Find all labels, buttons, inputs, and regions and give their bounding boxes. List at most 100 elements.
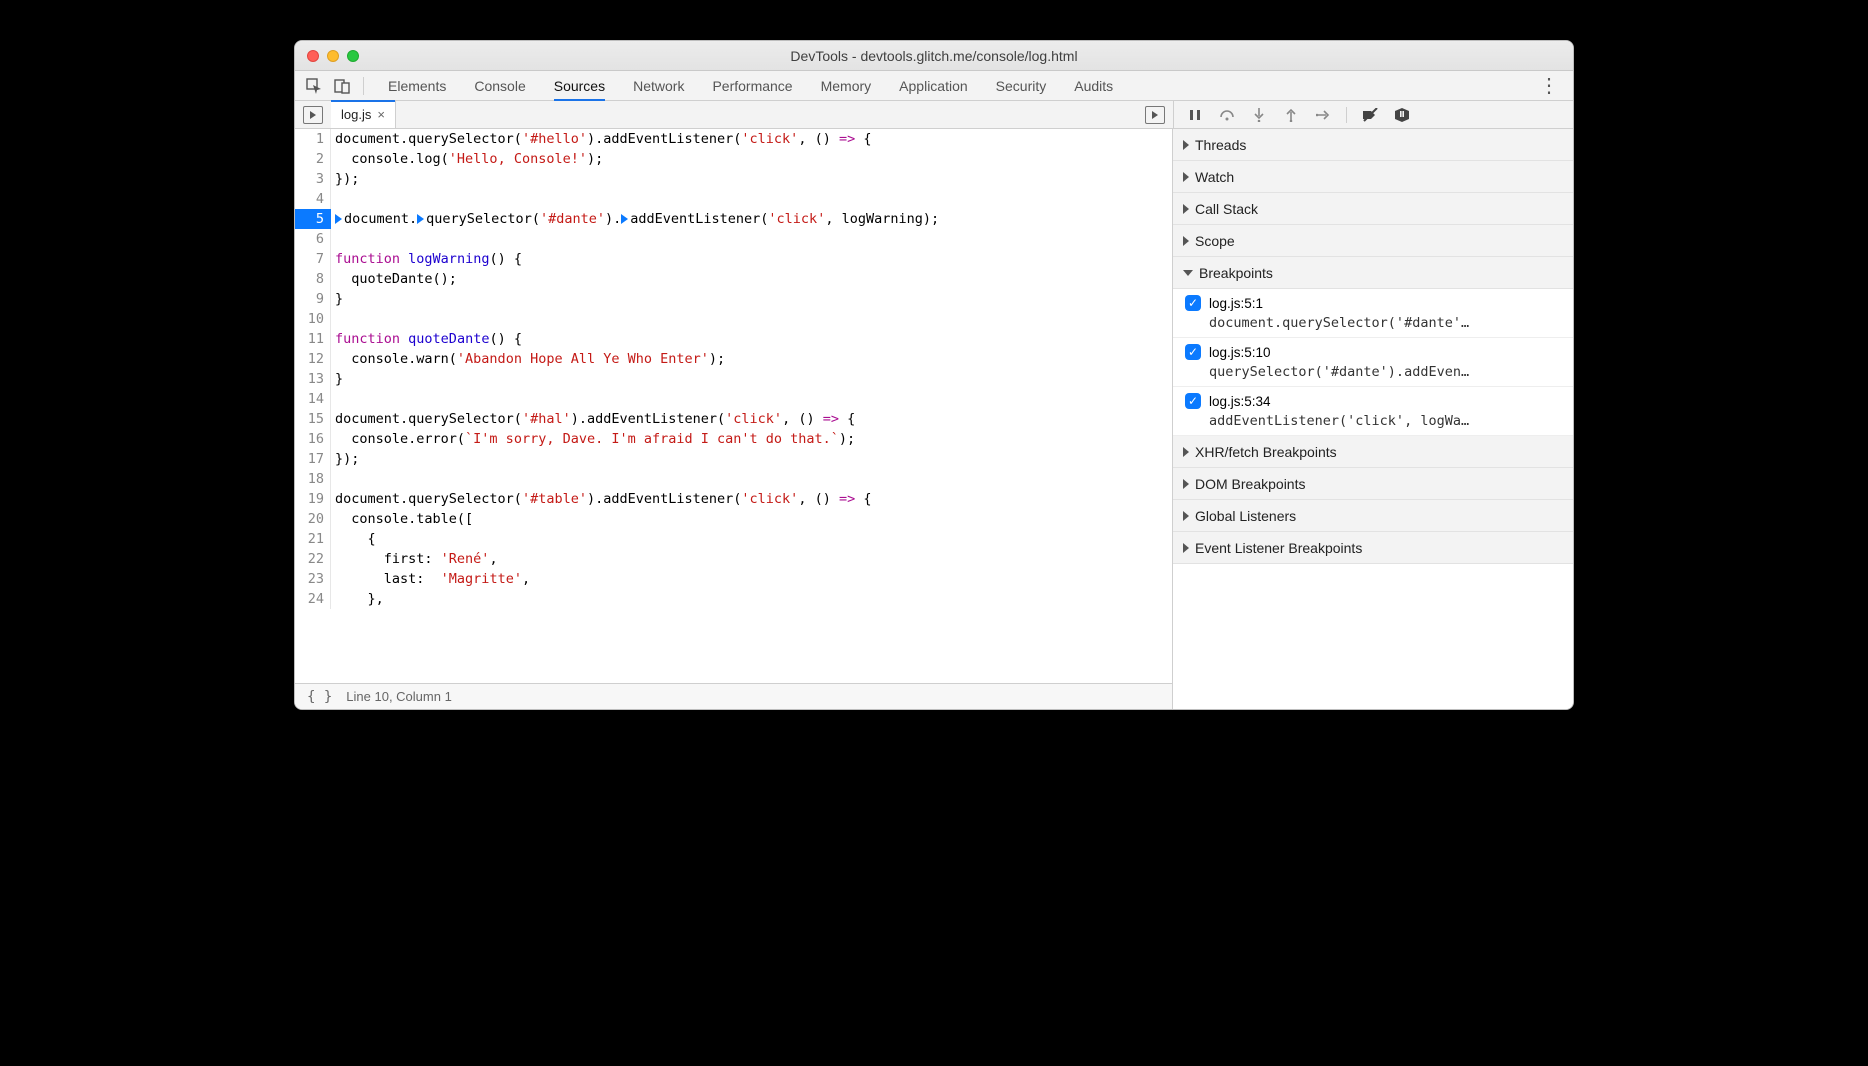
gutter-line-number[interactable]: 9 [295,289,331,309]
code-line[interactable]: 2 console.log('Hello, Console!'); [295,149,1172,169]
breakpoint-item[interactable]: ✓log.js:5:10querySelector('#dante').addE… [1173,338,1573,387]
file-tab[interactable]: log.js × [331,101,396,128]
code-line[interactable]: 7function logWarning() { [295,249,1172,269]
breakpoint-location: log.js:5:1 [1209,296,1263,311]
pause-on-exceptions-icon[interactable] [1393,106,1411,124]
gutter-line-number[interactable]: 12 [295,349,331,369]
tab-network[interactable]: Network [619,71,698,100]
gutter-line-number[interactable]: 24 [295,589,331,609]
tab-elements[interactable]: Elements [374,71,460,100]
code-line[interactable]: 19document.querySelector('#table').addEv… [295,489,1172,509]
code-line[interactable]: 3}); [295,169,1172,189]
show-debugger-icon[interactable] [1145,106,1165,124]
gutter-line-number[interactable]: 13 [295,369,331,389]
gutter-line-number[interactable]: 16 [295,429,331,449]
code-line[interactable]: 16 console.error(`I'm sorry, Dave. I'm a… [295,429,1172,449]
gutter-line-number[interactable]: 22 [295,549,331,569]
file-tab-row: log.js × [295,101,1573,129]
breakpoint-checkbox[interactable]: ✓ [1185,295,1201,311]
code-editor[interactable]: 1document.querySelector('#hello').addEve… [295,129,1173,709]
code-text: console.error(`I'm sorry, Dave. I'm afra… [331,429,1172,449]
close-window-button[interactable] [307,50,319,62]
section-call-stack[interactable]: Call Stack [1173,193,1573,225]
section-threads[interactable]: Threads [1173,129,1573,161]
gutter-line-number[interactable]: 17 [295,449,331,469]
device-toolbar-icon[interactable] [331,75,353,97]
tab-memory[interactable]: Memory [807,71,886,100]
section-global-listeners[interactable]: Global Listeners [1173,500,1573,532]
code-line[interactable]: 15document.querySelector('#hal').addEven… [295,409,1172,429]
deactivate-breakpoints-icon[interactable] [1361,106,1379,124]
gutter-line-number[interactable]: 8 [295,269,331,289]
show-navigator-icon[interactable] [303,106,323,124]
gutter-line-number[interactable]: 4 [295,189,331,209]
gutter-line-number[interactable]: 7 [295,249,331,269]
gutter-line-number[interactable]: 21 [295,529,331,549]
section-event-listener-breakpoints[interactable]: Event Listener Breakpoints [1173,532,1573,564]
breakpoint-item[interactable]: ✓log.js:5:34addEventListener('click', lo… [1173,387,1573,436]
code-line[interactable]: 12 console.warn('Abandon Hope All Ye Who… [295,349,1172,369]
code-line[interactable]: 23 last: 'Magritte', [295,569,1172,589]
tab-audits[interactable]: Audits [1060,71,1127,100]
code-line[interactable]: 6 [295,229,1172,249]
traffic-lights [295,50,359,62]
code-line[interactable]: 21 { [295,529,1172,549]
code-line[interactable]: 8 quoteDante(); [295,269,1172,289]
step-out-icon[interactable] [1282,106,1300,124]
gutter-line-number[interactable]: 6 [295,229,331,249]
gutter-line-number[interactable]: 1 [295,129,331,149]
code-line[interactable]: 4 [295,189,1172,209]
code-line[interactable]: 22 first: 'René', [295,549,1172,569]
tab-console[interactable]: Console [460,71,539,100]
gutter-line-number[interactable]: 11 [295,329,331,349]
code-text [331,389,1172,409]
titlebar: DevTools - devtools.glitch.me/console/lo… [295,41,1573,71]
code-line[interactable]: 1document.querySelector('#hello').addEve… [295,129,1172,149]
pause-icon[interactable] [1186,106,1204,124]
section-breakpoints[interactable]: Breakpoints [1173,257,1573,289]
pretty-print-icon[interactable]: { } [307,689,332,705]
breakpoint-preview: document.querySelector('#dante'… [1185,311,1561,331]
code-line[interactable]: 5document.querySelector('#dante').addEve… [295,209,1172,229]
tab-sources[interactable]: Sources [540,71,619,100]
section-xhr-breakpoints[interactable]: XHR/fetch Breakpoints [1173,436,1573,468]
code-line[interactable]: 13} [295,369,1172,389]
more-menu-icon[interactable]: ⋮ [1533,73,1565,98]
step-over-icon[interactable] [1218,106,1236,124]
tab-application[interactable]: Application [885,71,982,100]
code-text: first: 'René', [331,549,1172,569]
devtools-window: DevTools - devtools.glitch.me/console/lo… [294,40,1574,710]
tab-performance[interactable]: Performance [698,71,806,100]
code-line[interactable]: 9} [295,289,1172,309]
gutter-line-number[interactable]: 19 [295,489,331,509]
code-line[interactable]: 14 [295,389,1172,409]
code-line[interactable]: 17}); [295,449,1172,469]
gutter-line-number[interactable]: 3 [295,169,331,189]
zoom-window-button[interactable] [347,50,359,62]
tab-security[interactable]: Security [982,71,1061,100]
code-line[interactable]: 24 }, [295,589,1172,609]
step-icon[interactable] [1314,106,1332,124]
gutter-line-number[interactable]: 23 [295,569,331,589]
gutter-line-number[interactable]: 14 [295,389,331,409]
inspect-element-icon[interactable] [303,75,325,97]
section-watch[interactable]: Watch [1173,161,1573,193]
gutter-line-number[interactable]: 10 [295,309,331,329]
section-dom-breakpoints[interactable]: DOM Breakpoints [1173,468,1573,500]
section-scope[interactable]: Scope [1173,225,1573,257]
breakpoint-checkbox[interactable]: ✓ [1185,393,1201,409]
code-line[interactable]: 20 console.table([ [295,509,1172,529]
close-file-tab-icon[interactable]: × [377,107,385,122]
minimize-window-button[interactable] [327,50,339,62]
code-line[interactable]: 10 [295,309,1172,329]
code-line[interactable]: 18 [295,469,1172,489]
gutter-line-number[interactable]: 2 [295,149,331,169]
gutter-line-number[interactable]: 18 [295,469,331,489]
gutter-line-number[interactable]: 5 [295,209,331,229]
breakpoint-item[interactable]: ✓ log.js:5:1document.querySelector('#dant… [1173,289,1573,338]
code-line[interactable]: 11function quoteDante() { [295,329,1172,349]
breakpoint-checkbox[interactable]: ✓ [1185,344,1201,360]
gutter-line-number[interactable]: 15 [295,409,331,429]
gutter-line-number[interactable]: 20 [295,509,331,529]
step-into-icon[interactable] [1250,106,1268,124]
